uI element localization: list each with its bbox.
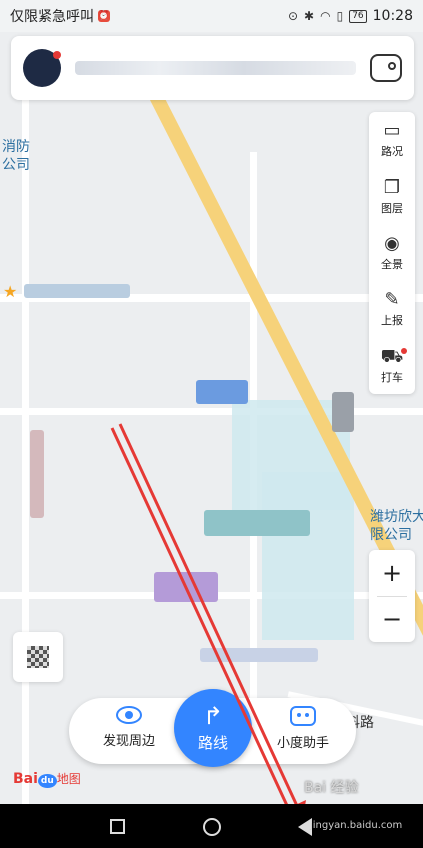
watermark-url: jingyan.baidu.com <box>310 820 403 831</box>
annotation-arrow <box>110 423 306 836</box>
home-button[interactable] <box>203 818 221 836</box>
recent-apps-button[interactable] <box>110 819 125 834</box>
watermark-brand: Bai 经验 <box>304 780 359 796</box>
